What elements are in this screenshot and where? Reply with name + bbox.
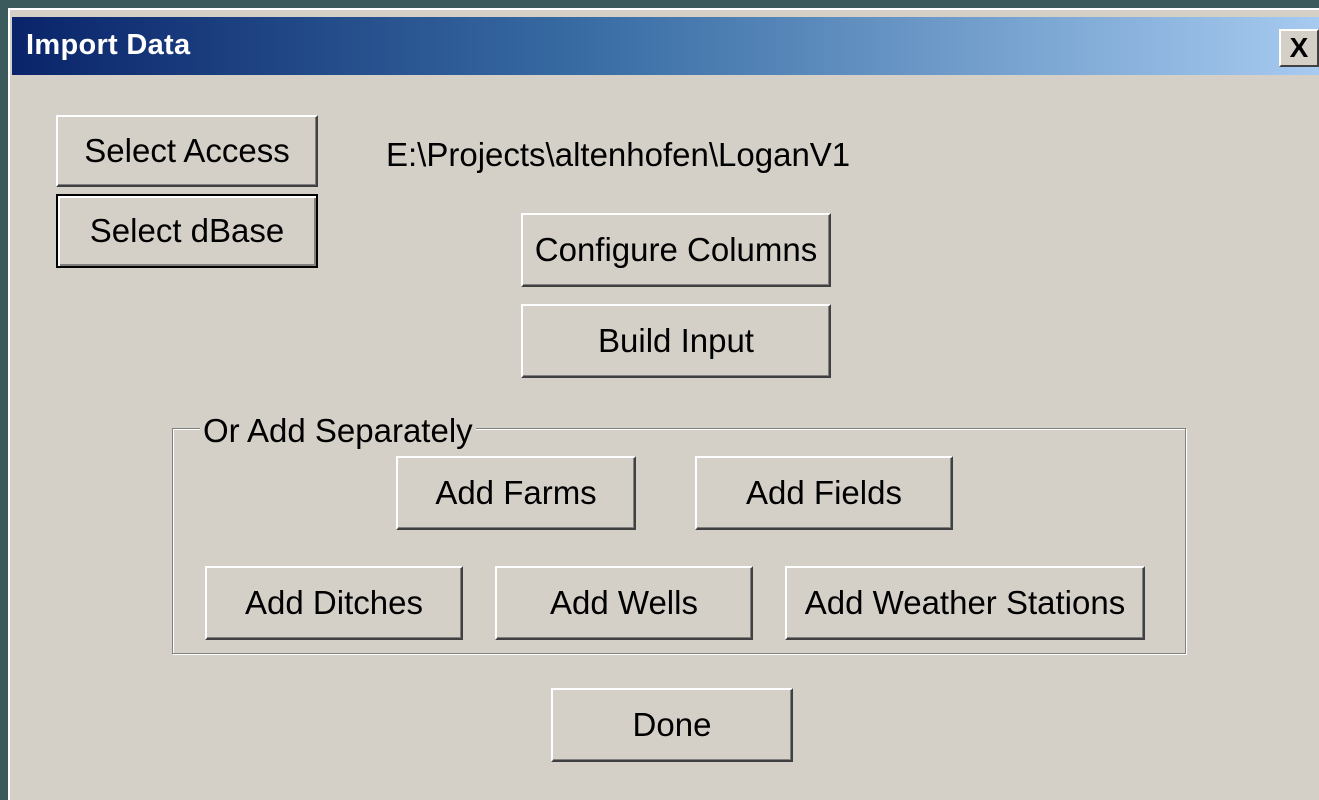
configure-columns-button[interactable]: Configure Columns bbox=[521, 213, 831, 287]
add-weather-stations-button[interactable]: Add Weather Stations bbox=[785, 566, 1145, 640]
add-farms-button[interactable]: Add Farms bbox=[396, 456, 636, 530]
select-access-button[interactable]: Select Access bbox=[56, 115, 318, 187]
done-button[interactable]: Done bbox=[551, 688, 793, 762]
groupbox-label: Or Add Separately bbox=[200, 412, 476, 450]
add-ditches-button[interactable]: Add Ditches bbox=[205, 566, 463, 640]
add-fields-button[interactable]: Add Fields bbox=[695, 456, 953, 530]
selected-path-label: E:\Projects\altenhofen\LoganV1 bbox=[386, 136, 851, 173]
build-input-button[interactable]: Build Input bbox=[521, 304, 831, 378]
close-button[interactable]: X bbox=[1279, 29, 1319, 67]
window-title: Import Data bbox=[26, 29, 191, 61]
select-dbase-button[interactable]: Select dBase bbox=[56, 194, 318, 268]
title-bar[interactable]: Import Data X bbox=[12, 17, 1319, 75]
add-wells-button[interactable]: Add Wells bbox=[495, 566, 753, 640]
close-icon: X bbox=[1289, 32, 1309, 63]
